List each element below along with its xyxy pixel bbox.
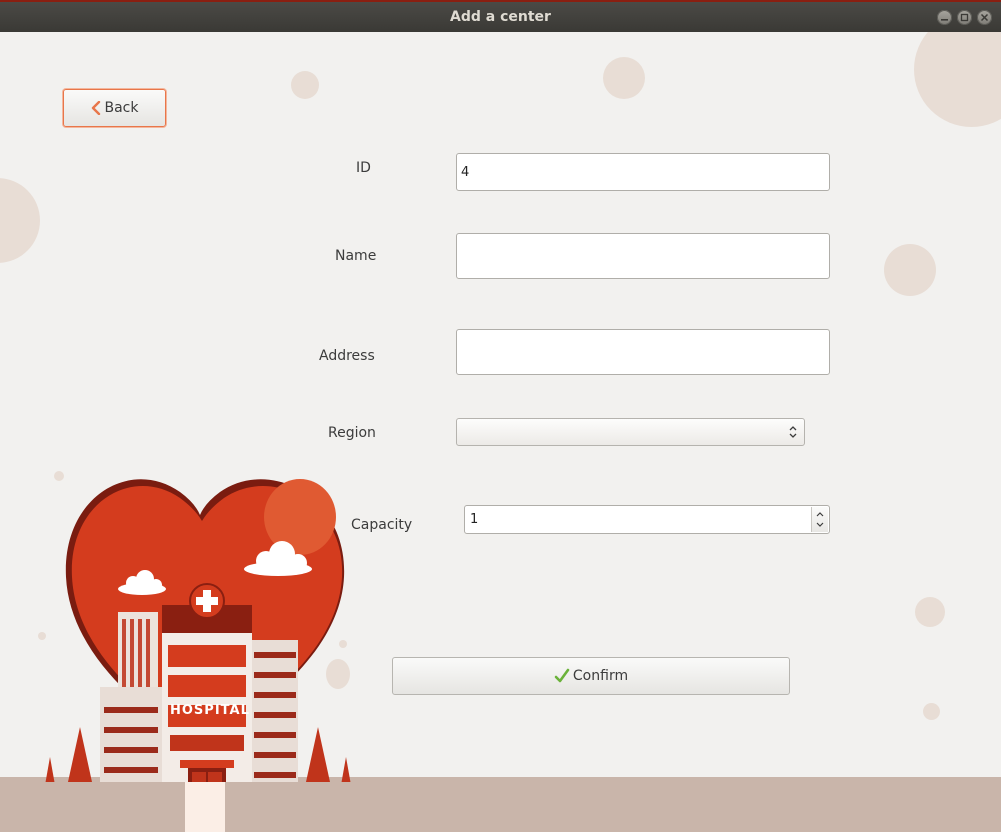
close-button[interactable] (977, 10, 992, 25)
back-button-label: Back (104, 100, 139, 116)
decor-dot (603, 57, 645, 99)
decor-dot (0, 178, 40, 263)
minimize-icon (941, 19, 948, 21)
check-icon (554, 668, 570, 683)
window-title: Add a center (450, 9, 551, 25)
confirm-button-label: Confirm (572, 668, 629, 684)
window-titlebar: Add a center (0, 0, 1001, 32)
id-field[interactable]: 4 (456, 153, 830, 191)
chevron-left-icon (91, 101, 100, 115)
decor-dot (914, 32, 1001, 127)
confirm-button[interactable]: Confirm (392, 657, 790, 695)
id-label: ID (356, 160, 371, 176)
minimize-button[interactable] (937, 10, 952, 25)
walkway (185, 777, 225, 832)
decor-dot (884, 244, 936, 296)
stepper-arrows-icon (816, 512, 824, 527)
back-button[interactable]: Back (63, 89, 166, 127)
capacity-spinbox[interactable]: 1 (464, 505, 830, 534)
hospital-sign: HOSPITAL (170, 703, 250, 718)
capacity-stepper[interactable] (811, 507, 828, 532)
window-content: HOSPITAL Back ID Name Address Region Cap… (0, 32, 1001, 832)
capacity-label: Capacity (351, 517, 413, 533)
name-field[interactable] (456, 233, 830, 279)
decor-dot (915, 597, 945, 627)
region-label: Region (328, 425, 376, 441)
close-icon (980, 13, 989, 22)
ground (0, 777, 1001, 832)
capacity-value: 1 (470, 512, 479, 527)
maximize-icon (960, 13, 969, 22)
updown-arrows-icon (789, 426, 797, 438)
maximize-button[interactable] (957, 10, 972, 25)
decor-dot (923, 703, 940, 720)
decor-dot (291, 71, 319, 99)
hospital-illustration (45, 479, 351, 782)
address-label: Address (319, 348, 375, 364)
region-select[interactable] (456, 418, 805, 446)
address-field[interactable] (456, 329, 830, 375)
name-label: Name (335, 248, 377, 264)
